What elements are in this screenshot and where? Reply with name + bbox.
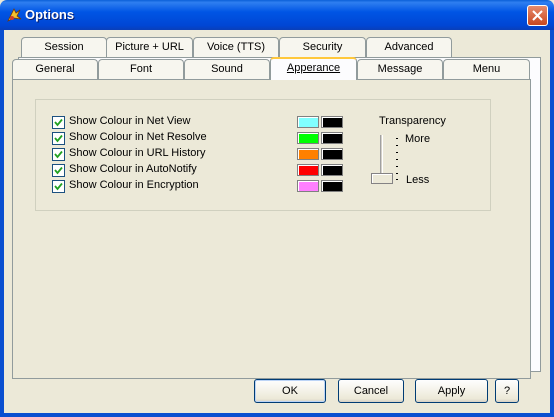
close-icon [532, 10, 543, 21]
transparency-more-label: More [405, 133, 431, 145]
net-view-checkbox[interactable] [52, 116, 65, 129]
cancel-button[interactable]: Cancel [338, 379, 404, 403]
slider-tick [396, 152, 398, 153]
window-title: Options [25, 7, 75, 22]
checkmark-icon [54, 166, 63, 175]
transparency-less-label: Less [406, 174, 430, 186]
checkmark-icon [54, 182, 63, 191]
appearance-panel: Show Colour in Net View Show Colour in N… [12, 79, 531, 379]
autonotify-label: Show Colour in AutoNotify [69, 163, 197, 175]
tab-appearance[interactable]: Apperance [270, 57, 357, 80]
transparency-label: Transparency [379, 115, 446, 127]
encryption-bg-color-swatch[interactable] [321, 180, 343, 192]
net-view-label: Show Colour in Net View [69, 115, 191, 127]
tab-sound[interactable]: Sound [184, 59, 270, 80]
tab-security[interactable]: Security [279, 37, 366, 58]
net-resolve-text-color-swatch[interactable] [297, 132, 319, 144]
autonotify-checkbox[interactable] [52, 164, 65, 177]
slider-tick [396, 179, 398, 180]
title-bar[interactable]: Options [0, 0, 554, 30]
window-frame-bottom [0, 413, 554, 417]
checkmark-icon [54, 150, 63, 159]
tab-message[interactable]: Message [357, 59, 443, 80]
window-frame-left [0, 30, 4, 417]
url-history-bg-color-swatch[interactable] [321, 148, 343, 160]
tab-advanced[interactable]: Advanced [366, 37, 452, 58]
slider-tick [396, 138, 398, 139]
encryption-text-color-swatch[interactable] [297, 180, 319, 192]
encryption-checkbox[interactable] [52, 180, 65, 193]
slider-tick [396, 159, 398, 160]
slider-tick [396, 145, 398, 146]
url-history-text-color-swatch[interactable] [297, 148, 319, 160]
apply-button[interactable]: Apply [415, 379, 488, 403]
tab-general[interactable]: General [12, 59, 98, 80]
appearance-group: Show Colour in Net View Show Colour in N… [35, 99, 491, 211]
tab-font[interactable]: Font [98, 59, 184, 80]
tab-menu[interactable]: Menu [443, 59, 530, 80]
slider-tick [396, 166, 398, 167]
net-view-bg-color-swatch[interactable] [321, 116, 343, 128]
autonotify-bg-color-swatch[interactable] [321, 164, 343, 176]
net-view-text-color-swatch[interactable] [297, 116, 319, 128]
tab-voice-tts[interactable]: Voice (TTS) [193, 37, 279, 58]
window-frame-right [550, 30, 554, 417]
encryption-label: Show Colour in Encryption [69, 179, 199, 191]
checkmark-icon [54, 134, 63, 143]
close-button[interactable] [527, 5, 548, 26]
tab-session[interactable]: Session [21, 37, 107, 58]
net-resolve-bg-color-swatch[interactable] [321, 132, 343, 144]
slider-tick [396, 173, 398, 174]
tab-picture-url[interactable]: Picture + URL [106, 37, 193, 58]
net-resolve-label: Show Colour in Net Resolve [69, 131, 207, 143]
url-history-label: Show Colour in URL History [69, 147, 206, 159]
ok-button[interactable]: OK [254, 379, 326, 403]
app-icon [6, 7, 22, 23]
autonotify-text-color-swatch[interactable] [297, 164, 319, 176]
net-resolve-checkbox[interactable] [52, 132, 65, 145]
url-history-checkbox[interactable] [52, 148, 65, 161]
checkmark-icon [54, 118, 63, 127]
help-button[interactable]: ? [495, 379, 519, 403]
transparency-slider-thumb[interactable] [371, 173, 393, 184]
